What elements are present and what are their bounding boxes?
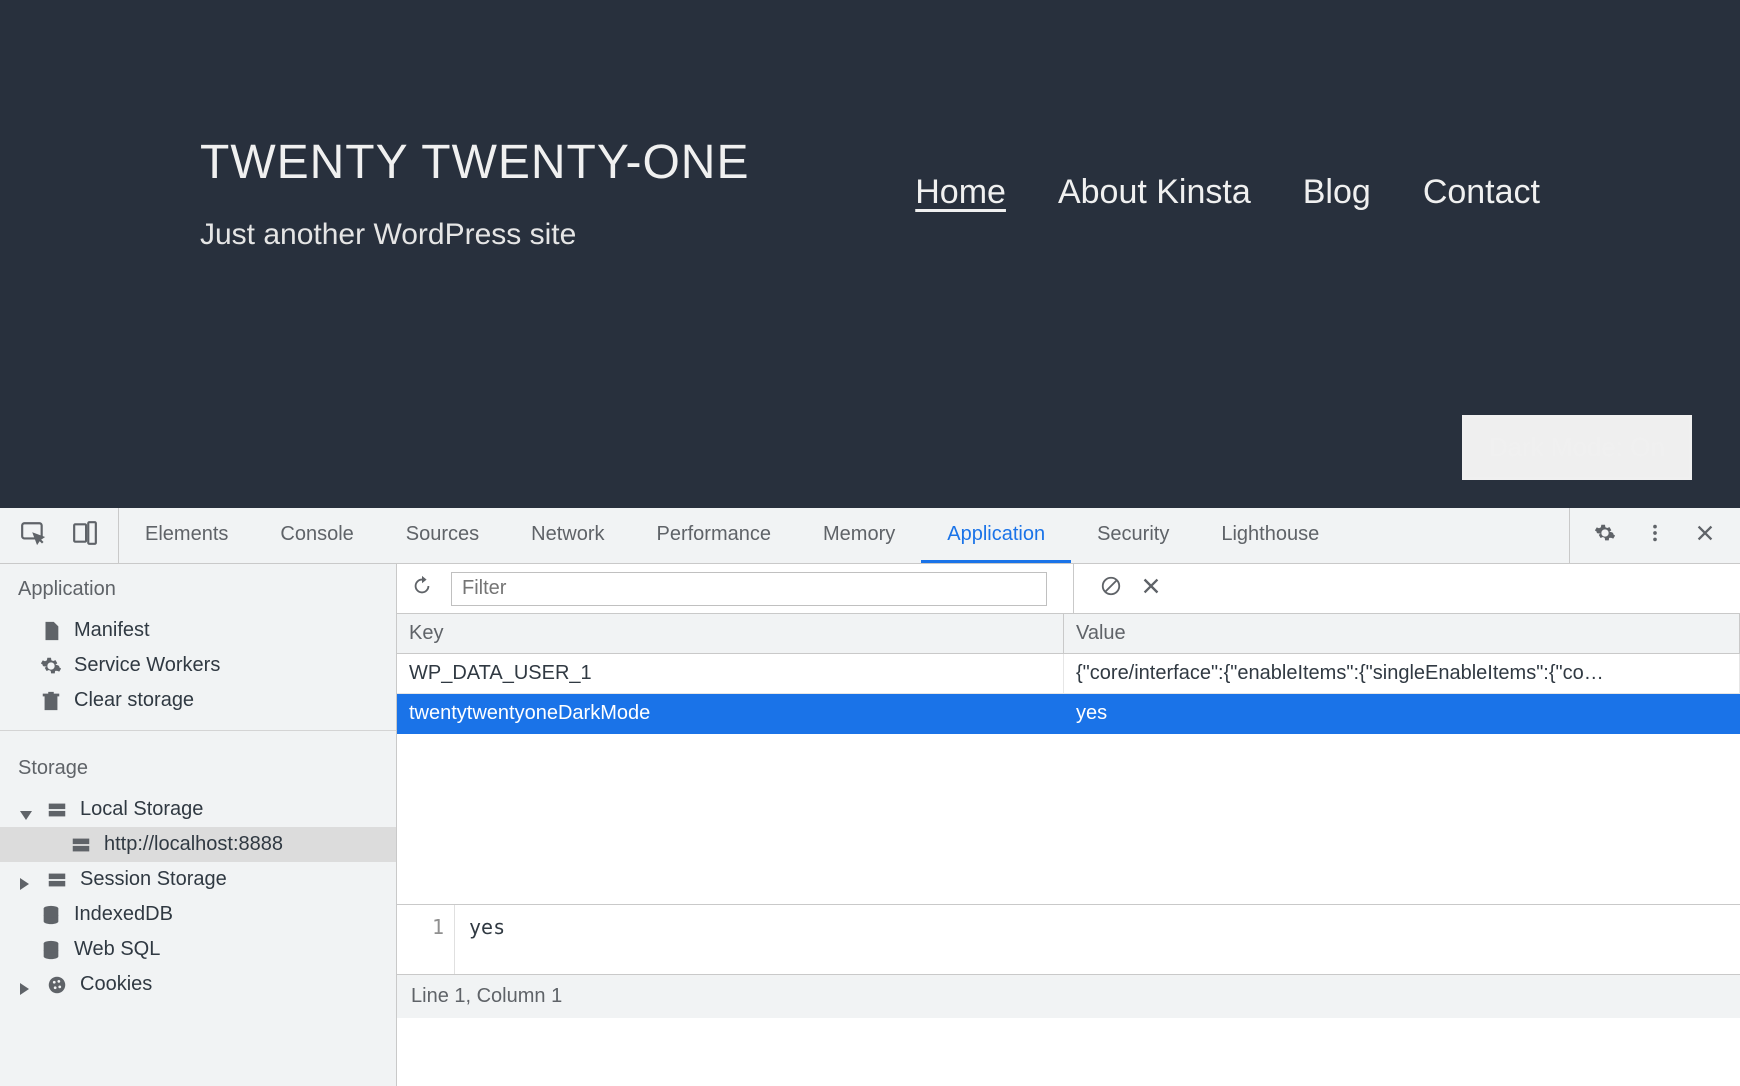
website-preview: TWENTY TWENTY-ONE Just another WordPress… bbox=[0, 0, 1740, 508]
document-icon bbox=[40, 620, 62, 642]
database-icon bbox=[40, 939, 62, 961]
nav-link-blog[interactable]: Blog bbox=[1303, 173, 1371, 508]
delete-icon[interactable] bbox=[1140, 575, 1162, 603]
section-storage-title: Storage bbox=[0, 743, 396, 792]
tab-network[interactable]: Network bbox=[505, 508, 630, 563]
devtools-tabbar: Elements Console Sources Network Perform… bbox=[0, 508, 1740, 564]
kebab-menu-icon[interactable] bbox=[1644, 522, 1666, 550]
sidebar-item-local-storage[interactable]: Local Storage bbox=[0, 792, 396, 827]
sidebar-item-local-storage-origin[interactable]: http://localhost:8888 bbox=[0, 827, 396, 862]
status-bar: Line 1, Column 1 bbox=[397, 975, 1740, 1018]
tabbar-right-icons bbox=[1569, 508, 1740, 563]
storage-table: Key Value WP_DATA_USER_1 {"core/interfac… bbox=[397, 614, 1740, 905]
sidebar-item-label: Local Storage bbox=[80, 798, 203, 821]
tab-elements[interactable]: Elements bbox=[119, 508, 254, 563]
tab-application[interactable]: Application bbox=[921, 508, 1071, 563]
sidebar-item-label: Clear storage bbox=[74, 689, 194, 712]
cell-key: twentytwentyoneDarkMode bbox=[397, 694, 1064, 734]
site-tagline: Just another WordPress site bbox=[200, 218, 749, 252]
sidebar-item-websql[interactable]: Web SQL bbox=[0, 932, 396, 967]
tab-sources[interactable]: Sources bbox=[380, 508, 505, 563]
chevron-down-icon bbox=[20, 803, 34, 817]
refresh-icon[interactable] bbox=[411, 575, 433, 603]
device-toolbar-icon[interactable] bbox=[72, 520, 98, 552]
application-sidebar: Application Manifest Service Workers Cle… bbox=[0, 564, 397, 1086]
nav-link-about[interactable]: About Kinsta bbox=[1058, 173, 1251, 508]
close-icon[interactable] bbox=[1694, 522, 1716, 550]
cell-value: yes bbox=[1064, 694, 1740, 734]
sidebar-item-manifest[interactable]: Manifest bbox=[0, 613, 396, 648]
sidebar-item-clear-storage[interactable]: Clear storage bbox=[0, 683, 396, 718]
value-editor[interactable]: 1 yes bbox=[397, 905, 1740, 975]
site-title: TWENTY TWENTY-ONE bbox=[200, 135, 749, 190]
devtools-tabs: Elements Console Sources Network Perform… bbox=[119, 508, 1345, 563]
sidebar-item-label: Session Storage bbox=[80, 868, 227, 891]
inspect-element-icon[interactable] bbox=[20, 520, 46, 552]
editor-content: yes bbox=[455, 905, 519, 974]
chevron-right-icon bbox=[20, 978, 34, 992]
tabbar-tool-icons bbox=[0, 508, 119, 563]
storage-icon bbox=[46, 869, 68, 891]
gear-icon[interactable] bbox=[1594, 522, 1616, 550]
sidebar-item-service-workers[interactable]: Service Workers bbox=[0, 648, 396, 683]
cell-value: {"core/interface":{"enableItems":{"singl… bbox=[1064, 654, 1740, 694]
table-filler bbox=[397, 734, 1740, 904]
section-application-title: Application bbox=[0, 564, 396, 613]
sidebar-item-label: Web SQL bbox=[74, 938, 160, 961]
table-header-value[interactable]: Value bbox=[1064, 614, 1740, 654]
filter-input[interactable] bbox=[451, 572, 1047, 606]
sidebar-item-indexeddb[interactable]: IndexedDB bbox=[0, 897, 396, 932]
clear-icon[interactable] bbox=[1100, 575, 1122, 603]
dark-mode-toggle[interactable]: Dark Mode: On bbox=[1462, 415, 1692, 480]
database-icon bbox=[40, 904, 62, 926]
site-nav: Home About Kinsta Blog Contact bbox=[915, 135, 1540, 508]
nav-link-home[interactable]: Home bbox=[915, 173, 1006, 508]
storage-icon bbox=[46, 799, 68, 821]
tab-lighthouse[interactable]: Lighthouse bbox=[1195, 508, 1345, 563]
tab-performance[interactable]: Performance bbox=[631, 508, 798, 563]
chevron-right-icon bbox=[20, 873, 34, 887]
cell-key: WP_DATA_USER_1 bbox=[397, 654, 1064, 694]
sidebar-item-cookies[interactable]: Cookies bbox=[0, 967, 396, 1002]
line-number: 1 bbox=[397, 905, 455, 974]
sidebar-item-label: Manifest bbox=[74, 619, 150, 642]
tab-memory[interactable]: Memory bbox=[797, 508, 921, 563]
trash-icon bbox=[40, 690, 62, 712]
storage-icon bbox=[70, 834, 92, 856]
site-branding: TWENTY TWENTY-ONE Just another WordPress… bbox=[200, 135, 749, 508]
sidebar-item-label: http://localhost:8888 bbox=[104, 833, 283, 856]
gear-icon bbox=[40, 655, 62, 677]
storage-toolbar bbox=[397, 564, 1740, 614]
table-header-key[interactable]: Key bbox=[397, 614, 1064, 654]
sidebar-item-label: Service Workers bbox=[74, 654, 220, 677]
sidebar-item-session-storage[interactable]: Session Storage bbox=[0, 862, 396, 897]
tab-security[interactable]: Security bbox=[1071, 508, 1195, 563]
cookie-icon bbox=[46, 974, 68, 996]
devtools: Elements Console Sources Network Perform… bbox=[0, 508, 1740, 1086]
tab-console[interactable]: Console bbox=[254, 508, 379, 563]
sidebar-item-label: Cookies bbox=[80, 973, 152, 996]
sidebar-item-label: IndexedDB bbox=[74, 903, 173, 926]
storage-panel: Key Value WP_DATA_USER_1 {"core/interfac… bbox=[397, 564, 1740, 1086]
